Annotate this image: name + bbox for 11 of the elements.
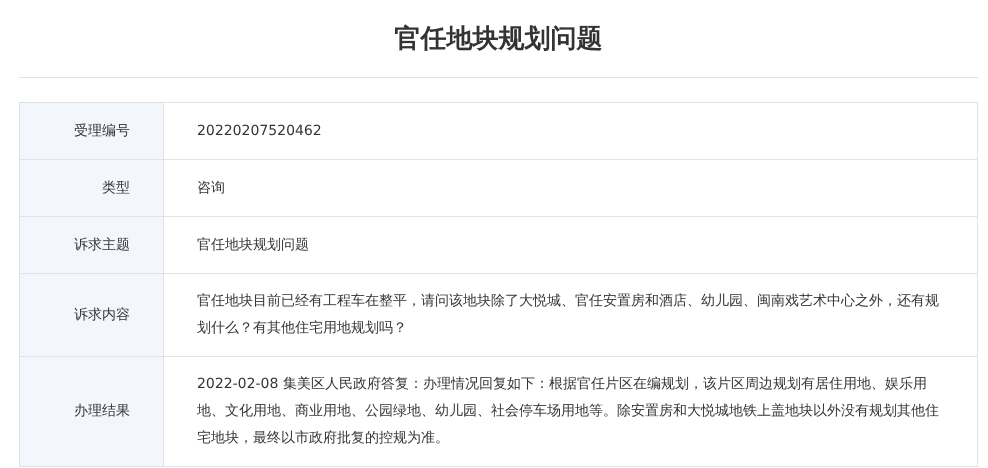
field-value: 官任地块目前已经有工程车在整平，请问该地块除了大悦城、官任安置房和酒店、幼儿园、闽南戏艺术中心之外，还有规划什么？有其他住宅用地规划吗？ [197, 292, 940, 338]
field-value: 2022-02-08 集美区人民政府答复：办理情况回复如下：根据官任片区在编规划，该片区周边规划有居住用地、娱乐用地、文化用地、商业用地、公园绿地、幼儿园、社会停车场用地等。除安置房和大悦城地铁上盖地块以外没有规划其他住宅地块，最终以市政府批复的控规为准。 [197, 375, 940, 448]
field-label: 办理结果 [74, 402, 130, 421]
field-value: 20220207520462 [197, 122, 322, 140]
field-value: 官任地块规划问题 [197, 236, 309, 254]
field-label: 诉求主题 [74, 236, 130, 254]
field-label: 诉求内容 [74, 306, 130, 324]
field-label: 受理编号 [74, 122, 130, 140]
field-label: 类型 [102, 178, 130, 198]
field-value: 咨询 [197, 178, 225, 198]
page-title: 官任地块规划问题 [19, 0, 978, 78]
